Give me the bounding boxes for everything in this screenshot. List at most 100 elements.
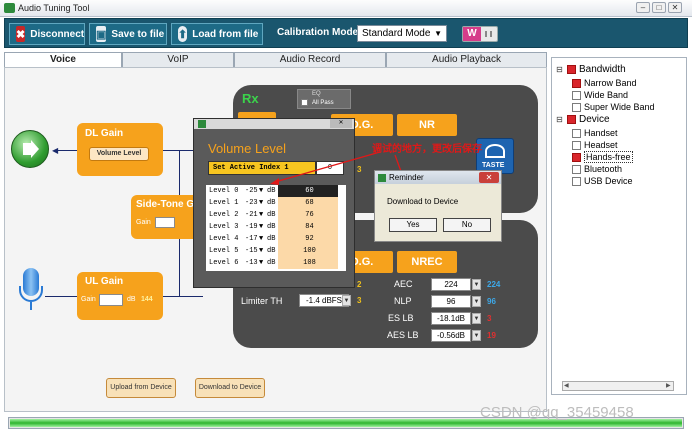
connector-line bbox=[163, 296, 203, 297]
chevron-down-icon[interactable]: ▼ bbox=[256, 199, 264, 207]
eslb-value: -18.1dB bbox=[436, 314, 466, 323]
connector-line bbox=[57, 150, 77, 151]
reminder-yes-button[interactable]: Yes bbox=[389, 218, 437, 232]
toggle-letter: W bbox=[463, 27, 481, 41]
arrow-left-icon: ◀ bbox=[52, 146, 59, 155]
tree-item[interactable]: USB Device bbox=[572, 175, 633, 187]
level-db[interactable]: -23 bbox=[242, 199, 258, 207]
tree-item[interactable]: Narrow Band bbox=[572, 77, 655, 89]
volume-level-row: Level 2 -21 ▼ dB 76 bbox=[206, 209, 346, 221]
dl-gain-title: DL Gain bbox=[85, 128, 124, 139]
collapse-icon[interactable]: ⊟ bbox=[555, 115, 564, 124]
collapse-icon[interactable]: ⊟ bbox=[555, 65, 564, 74]
calibration-mode-select[interactable]: Standard Mode ▼ bbox=[357, 25, 447, 42]
chevron-down-icon[interactable]: ▼ bbox=[256, 211, 264, 219]
aeslb-label: AES LB bbox=[387, 330, 419, 340]
chevron-down-icon[interactable]: ▼ bbox=[256, 259, 264, 267]
limiter-extra: 3 bbox=[357, 296, 362, 305]
tree-item-label: Handset bbox=[584, 128, 618, 138]
aeslb-dropdown[interactable]: -0.56dB bbox=[431, 329, 471, 342]
tab-voice[interactable]: Voice bbox=[4, 52, 122, 67]
tree-item-checkbox[interactable] bbox=[572, 78, 581, 88]
tree-item-checkbox[interactable] bbox=[572, 90, 581, 100]
tree-device[interactable]: ⊟ Device bbox=[555, 114, 609, 125]
ul-gain-spinner[interactable]: 18 bbox=[99, 294, 123, 306]
eslb-arrow-icon[interactable]: ▼ bbox=[472, 313, 481, 324]
limiter-arrow-icon[interactable]: ▼ bbox=[342, 295, 351, 306]
nlp-dropdown[interactable]: 96 bbox=[431, 295, 471, 308]
disconnect-label: Disconnect bbox=[30, 28, 85, 40]
level-db[interactable]: -19 bbox=[242, 223, 258, 231]
scroll-left-icon[interactable]: ◀ bbox=[564, 382, 569, 389]
close-button[interactable]: ✕ bbox=[668, 2, 682, 13]
maximize-button[interactable]: □ bbox=[652, 2, 666, 13]
tab-voip[interactable]: VoIP bbox=[122, 52, 234, 67]
scroll-right-icon[interactable]: ▶ bbox=[666, 382, 671, 389]
eslb-dropdown[interactable]: -18.1dB bbox=[431, 312, 471, 325]
mode-toggle[interactable]: W bbox=[462, 26, 498, 42]
tree-item[interactable]: Hands-free bbox=[572, 151, 633, 163]
nr-button[interactable]: NR bbox=[397, 114, 457, 136]
tree-item-label: Hands-free bbox=[584, 151, 633, 163]
app-icon bbox=[4, 3, 15, 13]
reminder-no-button[interactable]: No bbox=[443, 218, 491, 232]
tree-bandwidth[interactable]: ⊟ Bandwidth bbox=[555, 64, 626, 75]
level-db[interactable]: -21 bbox=[242, 211, 258, 219]
aec-arrow-icon[interactable]: ▼ bbox=[472, 279, 481, 290]
tree-item-checkbox[interactable] bbox=[572, 102, 581, 112]
tree-item-checkbox[interactable] bbox=[572, 128, 581, 138]
all-pass-label: All Pass bbox=[312, 100, 334, 106]
tree-item-label: Narrow Band bbox=[584, 78, 637, 88]
volume-dialog-close-button[interactable]: ✕ bbox=[330, 119, 352, 128]
save-to-file-button[interactable]: ▣ Save to file bbox=[89, 23, 167, 45]
level-value[interactable]: 76 bbox=[278, 209, 338, 221]
level-value[interactable]: 84 bbox=[278, 221, 338, 233]
annotation-arrow-line bbox=[274, 151, 381, 183]
reminder-close-button[interactable]: ✕ bbox=[479, 172, 499, 183]
level-value[interactable]: 108 bbox=[278, 257, 338, 269]
eq-filter-box[interactable]: EQ All Pass bbox=[297, 89, 351, 109]
level-db[interactable]: -25 bbox=[242, 187, 258, 195]
minimize-button[interactable]: – bbox=[636, 2, 650, 13]
tree-item-checkbox[interactable] bbox=[572, 176, 581, 186]
chevron-down-icon[interactable]: ▼ bbox=[256, 235, 264, 243]
level-db[interactable]: -15 bbox=[242, 247, 258, 255]
all-pass-checkbox[interactable] bbox=[301, 99, 308, 106]
tree-horizontal-scrollbar[interactable]: ◀ ▶ bbox=[562, 381, 674, 391]
download-to-device-button[interactable]: Download to Device bbox=[195, 378, 265, 398]
chevron-down-icon[interactable]: ▼ bbox=[256, 223, 264, 231]
tree-item-checkbox[interactable] bbox=[572, 164, 581, 174]
bandwidth-checkbox[interactable] bbox=[567, 65, 576, 74]
volume-level-button[interactable]: Volume Level bbox=[89, 147, 149, 161]
nlp-arrow-icon[interactable]: ▼ bbox=[472, 296, 481, 307]
tree-item[interactable]: Handset bbox=[572, 127, 633, 139]
nrec-button[interactable]: NREC bbox=[397, 251, 457, 273]
device-checkbox[interactable] bbox=[567, 115, 576, 124]
level-db[interactable]: -13 bbox=[242, 259, 258, 267]
tree-item[interactable]: Bluetooth bbox=[572, 163, 633, 175]
tree-item[interactable]: Headset bbox=[572, 139, 633, 151]
level-db[interactable]: -17 bbox=[242, 235, 258, 243]
tree-item-checkbox[interactable] bbox=[572, 140, 581, 150]
upload-from-device-button[interactable]: Upload from Device bbox=[106, 378, 176, 398]
volume-level-dialog: ✕ Volume Level Set Active Index 1 0 Leve… bbox=[193, 118, 355, 288]
aec-dropdown[interactable]: 224 bbox=[431, 278, 471, 291]
load-from-file-button[interactable]: ⬆ Load from file bbox=[171, 23, 263, 45]
tree-item-label: Super Wide Band bbox=[584, 102, 655, 112]
disconnect-button[interactable]: ✖ Disconnect bbox=[9, 23, 85, 45]
level-value[interactable]: 92 bbox=[278, 233, 338, 245]
tree-item-checkbox[interactable] bbox=[572, 152, 581, 162]
tab-audio-playback[interactable]: Audio Playback bbox=[386, 52, 547, 67]
disconnect-icon: ✖ bbox=[16, 26, 26, 42]
side-tone-gain-dropdown[interactable]: -10 bbox=[155, 217, 175, 228]
aeslb-arrow-icon[interactable]: ▼ bbox=[472, 330, 481, 341]
tree-item[interactable]: Super Wide Band bbox=[572, 101, 655, 113]
chevron-down-icon[interactable]: ▼ bbox=[256, 247, 264, 255]
level-value[interactable]: 68 bbox=[278, 197, 338, 209]
tab-audio-record[interactable]: Audio Record bbox=[234, 52, 386, 67]
tree-item-label: Bluetooth bbox=[584, 164, 623, 174]
tree-item[interactable]: Wide Band bbox=[572, 89, 655, 101]
chevron-down-icon[interactable]: ▼ bbox=[256, 187, 264, 195]
eq-filter-header: EQ bbox=[312, 91, 321, 97]
level-value[interactable]: 100 bbox=[278, 245, 338, 257]
